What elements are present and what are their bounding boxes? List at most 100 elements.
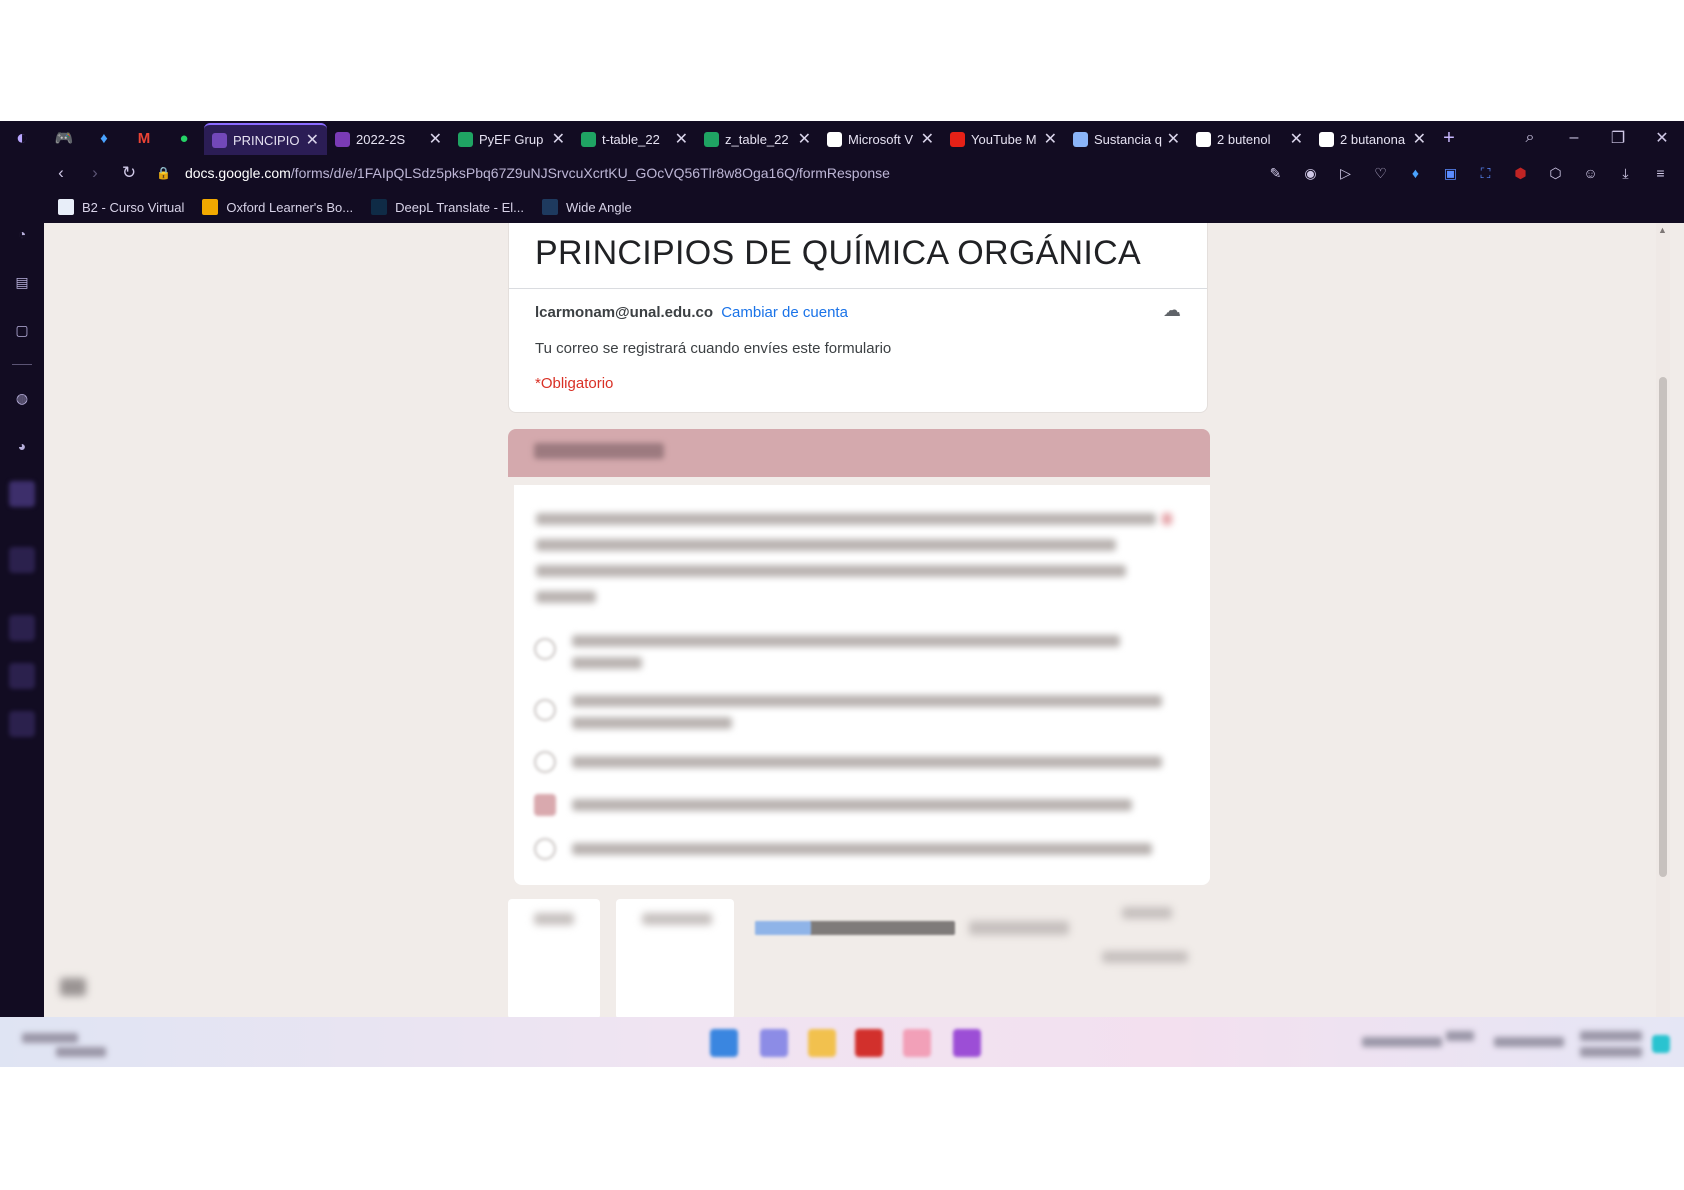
diamond-icon[interactable]: ♦ xyxy=(84,121,124,155)
briefcase-icon[interactable]: ▤ xyxy=(11,271,33,293)
bookmark-item[interactable]: B2 - Curso Virtual xyxy=(58,199,184,215)
browser-tab[interactable]: YouTube M ✕ xyxy=(942,123,1065,155)
messenger-icon[interactable]: ◍ xyxy=(11,387,33,409)
sidebar-settings-blurred[interactable] xyxy=(60,978,86,996)
tray-icons-blurred[interactable] xyxy=(1362,1037,1442,1047)
easy-setup-icon[interactable]: ≡ xyxy=(1643,165,1678,181)
heart-icon[interactable]: ♡ xyxy=(1363,165,1398,182)
tray-icons-blurred[interactable] xyxy=(1446,1031,1474,1041)
option-radio-selected[interactable] xyxy=(534,794,556,816)
next-button-blurred[interactable] xyxy=(616,899,734,1017)
profile-icon[interactable]: ☺ xyxy=(1573,165,1608,181)
back-button-blurred[interactable] xyxy=(508,899,600,1017)
notification-icon[interactable] xyxy=(1652,1035,1670,1053)
option-radio[interactable] xyxy=(534,638,556,660)
tab-close-icon[interactable]: ✕ xyxy=(1290,129,1303,149)
sidebar-app-icon[interactable] xyxy=(9,663,35,689)
browser-tab[interactable]: 2 butenol ✕ xyxy=(1188,123,1311,155)
google-forms-icon xyxy=(212,132,227,148)
app-icon[interactable] xyxy=(855,1029,883,1057)
clear-form-blurred[interactable] xyxy=(1102,951,1188,963)
tab-close-icon[interactable]: ✕ xyxy=(798,129,811,149)
browser-tab[interactable]: Microsoft V ✕ xyxy=(819,123,942,155)
opera-taskbar-icon[interactable] xyxy=(903,1029,931,1057)
new-tab-button[interactable]: + xyxy=(1434,127,1464,150)
whatsapp-sidebar-icon[interactable]: ◕ xyxy=(11,435,33,457)
screenshot-extension-icon[interactable]: ⛶ xyxy=(1468,165,1503,182)
tab-close-icon[interactable]: ✕ xyxy=(552,129,565,149)
download-icon[interactable]: ⤓ xyxy=(1608,165,1643,182)
sidebar-app-icon[interactable] xyxy=(9,711,35,737)
browser-tab[interactable]: PRINCIPIO ✕ xyxy=(204,123,327,155)
gamepad-icon[interactable]: 🎮 xyxy=(44,121,84,155)
bookmark-label: Oxford Learner's Bo... xyxy=(226,199,354,215)
back-button[interactable]: ‹ xyxy=(44,163,78,183)
search-tabs-icon[interactable]: ⌕ xyxy=(1508,129,1552,147)
weather-widget-blurred[interactable] xyxy=(22,1033,78,1043)
speed-dial-icon[interactable]: ◔ xyxy=(11,223,33,245)
bookmark-item[interactable]: DeepL Translate - El... xyxy=(371,199,524,215)
forward-button[interactable]: › xyxy=(78,163,112,183)
whatsapp-icon[interactable]: ● xyxy=(164,121,204,155)
tab-close-icon[interactable]: ✕ xyxy=(921,129,934,149)
date-blurred[interactable] xyxy=(1580,1047,1642,1057)
bookmark-item[interactable]: Wide Angle xyxy=(541,199,632,215)
tab-close-icon[interactable]: ✕ xyxy=(1413,129,1426,149)
camera-icon[interactable]: ◉ xyxy=(1293,165,1328,182)
required-note: *Obligatorio xyxy=(535,375,614,392)
sidebar-app-icon[interactable] xyxy=(9,481,35,507)
browser-tab[interactable]: z_table_22 ✕ xyxy=(696,123,819,155)
restore-button[interactable]: ❐ xyxy=(1596,128,1640,148)
opera-logo-icon[interactable]: ◐ xyxy=(0,121,44,155)
onenote-taskbar-icon[interactable] xyxy=(953,1029,981,1057)
tab-close-icon[interactable]: ✕ xyxy=(1167,129,1180,149)
switch-account-link[interactable]: Cambiar de cuenta xyxy=(721,304,848,321)
sidebar-app-icon[interactable] xyxy=(9,615,35,641)
send-icon[interactable]: ▷ xyxy=(1328,165,1363,182)
lock-icon[interactable]: 🔒 xyxy=(156,166,171,180)
globe-icon xyxy=(827,131,842,147)
file-explorer-icon[interactable] xyxy=(808,1029,836,1057)
tray-icons-blurred[interactable] xyxy=(1494,1037,1564,1047)
translate-extension-icon[interactable]: ▣ xyxy=(1433,165,1468,182)
gem-extension-icon[interactable]: ♦ xyxy=(1398,165,1433,181)
page-scrollbar[interactable]: ▲ xyxy=(1656,223,1670,1017)
reload-button[interactable]: ↻ xyxy=(112,163,146,183)
scrollbar-thumb[interactable] xyxy=(1659,377,1667,877)
twitch-icon[interactable]: ▢ xyxy=(11,319,33,341)
sidebar-app-icon[interactable] xyxy=(9,547,35,573)
form-header-card: PRINCIPIOS DE QUÍMICA ORGÁNICA lcarmonam… xyxy=(508,223,1208,413)
clock-blurred[interactable] xyxy=(1580,1031,1642,1041)
option-radio[interactable] xyxy=(534,699,556,721)
ublock-icon[interactable]: ⬢ xyxy=(1503,165,1538,182)
browser-tab[interactable]: PyEF Grup ✕ xyxy=(450,123,573,155)
gmail-icon[interactable]: M xyxy=(124,121,164,155)
start-icon[interactable] xyxy=(710,1029,738,1057)
bookmark-item[interactable]: Oxford Learner's Bo... xyxy=(202,199,353,215)
tab-strip: ◐ 🎮 ♦ M ● PRINCIPIO ✕ 2022-2S ✕ PyEF Grup ✕ t-… xyxy=(0,121,1684,155)
browser-tab[interactable]: 2022-2S ✕ xyxy=(327,123,450,155)
extensions-cube-icon[interactable]: ⬡ xyxy=(1538,165,1573,182)
sidebar: ◔ ▤ ▢ ◍ ◕ xyxy=(0,155,44,1067)
tab-close-icon[interactable]: ✕ xyxy=(306,130,319,150)
url-field[interactable]: 🔒 docs.google.com /forms/d/e/1FAIpQLSdz5… xyxy=(156,165,1258,181)
tab-close-icon[interactable]: ✕ xyxy=(429,129,442,149)
weather-widget-blurred[interactable] xyxy=(56,1047,106,1057)
close-window-button[interactable]: ✕ xyxy=(1640,128,1684,148)
option-label-blurred xyxy=(572,756,1162,768)
option-radio[interactable] xyxy=(534,838,556,860)
browser-tab[interactable]: t-table_22 ✕ xyxy=(573,123,696,155)
question-text-blurred xyxy=(536,513,1156,525)
tab-close-icon[interactable]: ✕ xyxy=(675,129,688,149)
scroll-up-icon[interactable]: ▲ xyxy=(1658,225,1667,235)
browser-tab[interactable]: Sustancia q ✕ xyxy=(1065,123,1188,155)
option-radio[interactable] xyxy=(534,751,556,773)
clear-form-blurred[interactable] xyxy=(1122,907,1172,919)
teams-icon[interactable] xyxy=(760,1029,788,1057)
tab-close-icon[interactable]: ✕ xyxy=(1044,129,1057,149)
edit-icon[interactable]: ✎ xyxy=(1258,165,1293,182)
google-icon xyxy=(1319,131,1334,147)
minimize-button[interactable]: – xyxy=(1552,129,1596,147)
question-text-blurred xyxy=(536,539,1116,551)
browser-tab[interactable]: 2 butanona ✕ xyxy=(1311,123,1434,155)
